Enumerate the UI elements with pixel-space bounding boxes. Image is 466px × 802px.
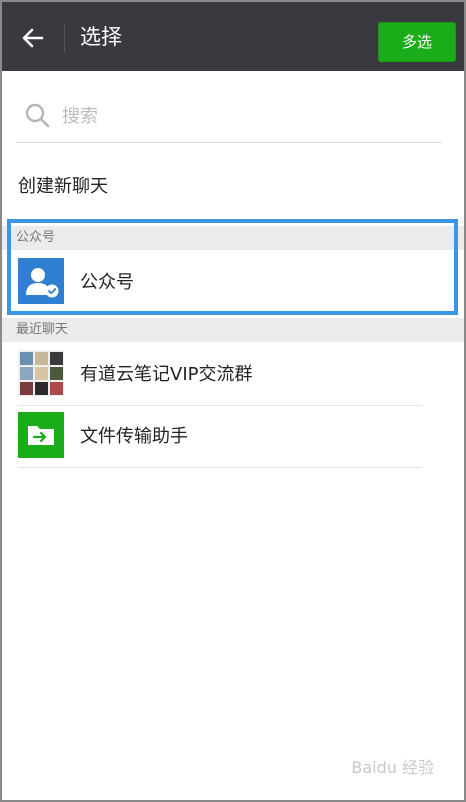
selection-highlight — [7, 219, 458, 315]
row-divider — [18, 467, 422, 468]
search-bar[interactable] — [16, 88, 442, 143]
list-item-youdao-group[interactable]: 有道云笔记VIP交流群 — [18, 344, 422, 404]
page-title: 选择 — [80, 25, 122, 49]
list-item-file-transfer[interactable]: 文件传输助手 — [18, 406, 422, 466]
search-icon — [25, 103, 50, 128]
section-header-recent: 最近聊天 — [2, 318, 464, 342]
back-arrow-icon — [22, 28, 44, 48]
list-item-label: 有道云笔记VIP交流群 — [80, 364, 253, 385]
multi-select-button[interactable]: 多选 — [378, 22, 456, 62]
search-input[interactable] — [60, 100, 424, 132]
baidu-watermark: Baidu 经验 — [351, 758, 434, 777]
header-divider — [64, 24, 65, 52]
back-button[interactable] — [16, 21, 50, 55]
file-transfer-icon — [18, 412, 64, 458]
top-bar: 选择 多选 — [2, 2, 464, 71]
create-new-chat[interactable]: 创建新聊天 — [18, 172, 108, 198]
group-avatar-icon — [18, 350, 64, 396]
app-frame: 选择 多选 创建新聊天 公众号 公众号 最近聊天 — [0, 0, 466, 802]
list-item-label: 文件传输助手 — [80, 426, 188, 447]
